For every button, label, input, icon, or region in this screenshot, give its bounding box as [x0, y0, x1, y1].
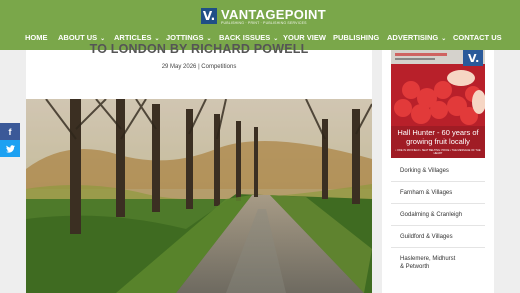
svg-text:V.: V. — [468, 52, 479, 65]
chevron-down-icon: ⌄ — [441, 36, 447, 42]
meta-separator: | — [198, 64, 200, 70]
category-link-dorking[interactable]: Dorking & Villages — [391, 160, 485, 182]
category-link-haslemere[interactable]: Haslemere, Midhurst & Petworth — [391, 248, 461, 278]
logo-badge: V. — [201, 8, 217, 24]
site-logo[interactable]: V. VANTAGEPOINT PUBLISHING · PRINT · PUB… — [201, 8, 326, 26]
logo-name: VANTAGEPOINT — [221, 7, 326, 22]
facebook-share-button[interactable]: f — [0, 123, 20, 140]
post-meta: 29 May 2026 | Competitions — [26, 64, 372, 70]
category-link-guildford[interactable]: Guildford & Villages — [391, 226, 485, 248]
post-date: 29 May 2026 — [161, 64, 197, 70]
category-list: Dorking & Villages Farnham & Villages Go… — [391, 160, 485, 278]
post-title: TO LONDON BY RICHARD POWELL — [89, 42, 309, 56]
category-link-godalming[interactable]: Godalming & Cranleigh — [391, 204, 485, 226]
featured-image — [26, 99, 372, 293]
twitter-icon — [5, 144, 15, 153]
facebook-icon: f — [8, 126, 12, 137]
cover-caption: Hall Hunter - 60 years of growing fruit … — [397, 128, 479, 146]
twitter-share-button[interactable] — [0, 140, 20, 157]
logo-tagline: PUBLISHING · PRINT · PUBLISHING SERVICES — [221, 21, 307, 25]
nav-item-advertising[interactable]: ADVERTISING ⌄ — [387, 32, 446, 45]
category-link-farnham[interactable]: Farnham & Villages — [391, 182, 485, 204]
magazine-cover[interactable]: V. Hall Hunter - 60 years of growing fru… — [391, 50, 485, 158]
cover-fine-print: • ODE IN MAYFIELD • SEAT BELTING: PRICE … — [395, 149, 481, 155]
nav-item-contact-us[interactable]: CONTACT US — [453, 32, 502, 44]
post-category-link[interactable]: Competitions — [201, 64, 236, 70]
